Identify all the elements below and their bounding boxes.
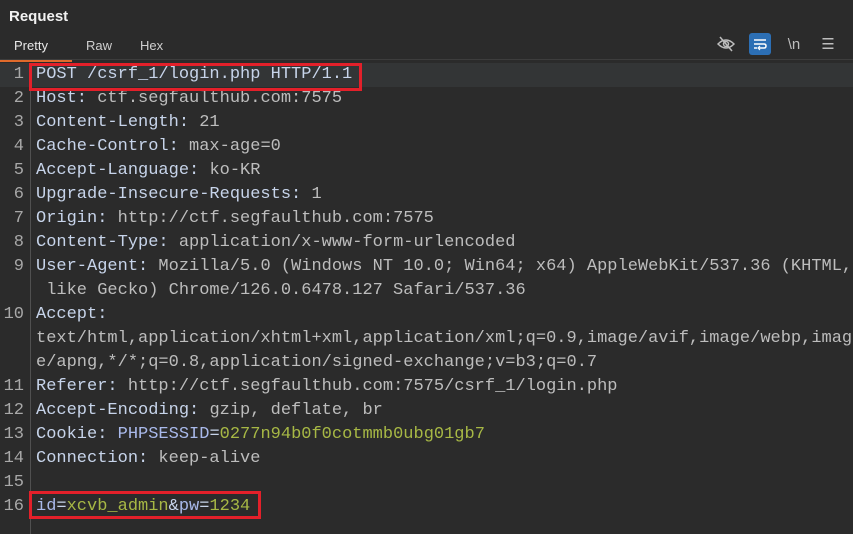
token: Mozilla/5.0 (Windows NT 10.0; Win64; x64… — [158, 257, 853, 276]
token: Content-Type: — [36, 233, 179, 252]
line-number: 12 — [3, 401, 24, 420]
line-text: Origin: http://ctf.segfaulthub.com:7575 — [36, 207, 434, 231]
line-text: e/apng,*/*;q=0.8,application/signed-exch… — [36, 351, 597, 375]
line-number: 5 — [13, 161, 24, 180]
token: http://ctf.segfaulthub.com:7575/csrf_1/l… — [127, 377, 618, 396]
token: max-age=0 — [189, 137, 281, 156]
line-text: Content-Type: application/x-www-form-url… — [36, 231, 515, 255]
line-text: Content-Length: 21 — [36, 111, 220, 135]
line-number: 16 — [3, 497, 24, 516]
line-text: Referer: http://ctf.segfaulthub.com:7575… — [36, 375, 618, 399]
token: PHPSESSID — [117, 425, 210, 444]
highlight-box-request-line — [29, 63, 362, 91]
token: Connection: — [36, 449, 159, 468]
line-number: 2 — [13, 89, 24, 108]
token: keep-alive — [158, 449, 261, 468]
line-number: 15 — [3, 473, 24, 492]
line-number: 6 — [13, 185, 24, 204]
line-number-gutter-divider — [30, 63, 31, 534]
line-text: Cache-Control: max-age=0 — [36, 135, 281, 159]
line-number: 4 — [13, 137, 24, 156]
token: Cookie: — [36, 425, 118, 444]
tab-divider — [0, 59, 853, 60]
request-editor[interactable]: 1 POST /csrf_1/login.php HTTP/1.1 2 Host: c… — [0, 63, 853, 534]
token: Upgrade-Insecure-Requests: — [36, 185, 312, 204]
line-number: 8 — [13, 233, 24, 252]
tab-raw[interactable]: Raw — [72, 36, 126, 60]
line-number: 9 — [13, 257, 24, 276]
highlight-box-body-params — [29, 491, 261, 519]
token: Content-Length: — [36, 113, 200, 132]
token: 1 — [311, 185, 322, 204]
hamburger-menu-icon[interactable]: ☰ — [817, 33, 839, 55]
line-text: Accept-Language: ko-KR — [36, 159, 260, 183]
token: Referer: — [36, 377, 128, 396]
line-number: 11 — [3, 377, 24, 396]
token: Host: — [36, 89, 98, 108]
line-text: Cookie: PHPSESSID=0277n94b0f0cotmmb0ubg0… — [36, 423, 485, 447]
eye-off-icon[interactable] — [715, 33, 737, 55]
token: 21 — [199, 113, 220, 132]
tab-hex[interactable]: Hex — [126, 36, 177, 60]
token: Accept-Encoding: — [36, 401, 210, 420]
line-number: 13 — [3, 425, 24, 444]
token: application/x-www-form-urlencoded — [178, 233, 516, 252]
line-number: 3 — [13, 113, 24, 132]
token: Accept-Language: — [36, 161, 210, 180]
panel-title: Request — [9, 8, 69, 25]
line-text: User-Agent: Mozilla/5.0 (Windows NT 10.0… — [36, 255, 852, 279]
line-text: Connection: keep-alive — [36, 447, 260, 471]
token: http://ctf.segfaulthub.com:7575 — [117, 209, 434, 228]
newline-toggle[interactable]: \n — [783, 33, 805, 55]
line-text: Upgrade-Insecure-Requests: 1 — [36, 183, 322, 207]
token: ko-KR — [209, 161, 261, 180]
line-number: 7 — [13, 209, 24, 228]
view-tabs: Pretty Raw Hex — [0, 36, 177, 62]
token: 0277n94b0f0cotmmb0ubg01gb7 — [219, 425, 485, 444]
token: e/apng,*/*;q=0.8,application/signed-exch… — [36, 353, 598, 372]
editor-toolbar: \n ☰ — [715, 33, 839, 55]
word-wrap-icon[interactable] — [749, 33, 771, 55]
line-number: 1 — [13, 65, 24, 84]
token: Origin: — [36, 209, 118, 228]
line-text: Accept-Encoding: gzip, deflate, br — [36, 399, 383, 423]
line-number: 14 — [3, 449, 24, 468]
line-text: like Gecko) Chrome/126.0.6478.127 Safari… — [36, 279, 526, 303]
line-text: Accept: — [36, 303, 107, 327]
token: text/html,application/xhtml+xml,applicat… — [36, 329, 853, 348]
token: gzip, deflate, br — [209, 401, 383, 420]
token: = — [209, 425, 220, 444]
line-number: 10 — [3, 305, 24, 324]
token: Accept: — [36, 305, 108, 324]
token: like Gecko) Chrome/126.0.6478.127 Safari… — [36, 281, 526, 300]
token: User-Agent: — [36, 257, 159, 276]
line-text: text/html,application/xhtml+xml,applicat… — [36, 327, 852, 351]
token: ctf.segfaulthub.com:7575 — [97, 89, 343, 108]
token: Cache-Control: — [36, 137, 190, 156]
